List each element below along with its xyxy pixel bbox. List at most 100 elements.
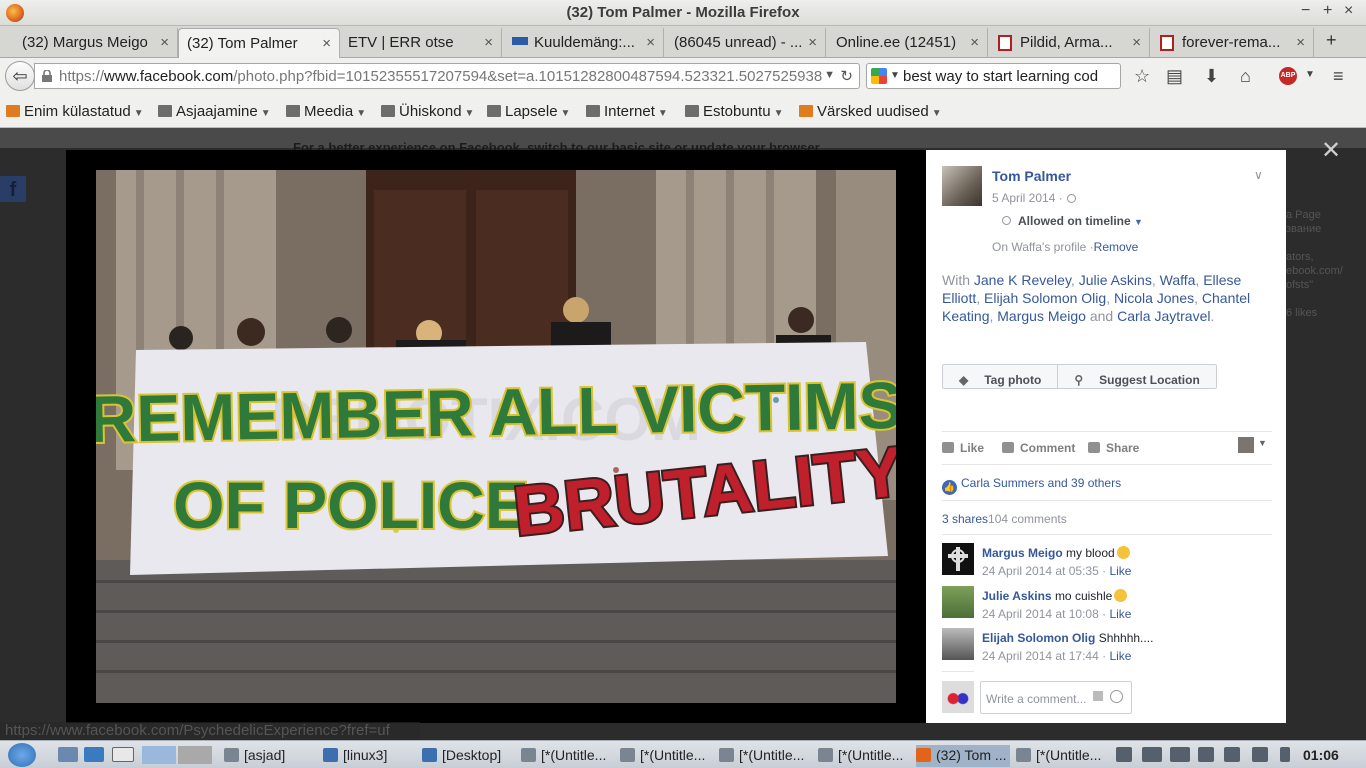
- new-tab-button[interactable]: +: [1326, 30, 1337, 51]
- comment-like-link[interactable]: Like: [1109, 649, 1131, 663]
- tagged-person-link[interactable]: Nicola Jones: [1114, 290, 1194, 306]
- comment-input[interactable]: Write a comment...: [980, 681, 1132, 714]
- clock[interactable]: 01:06: [1303, 747, 1339, 763]
- volume-icon[interactable]: [1116, 747, 1132, 762]
- shares-link[interactable]: 3 shares: [942, 512, 988, 526]
- keyboard-layout-icon[interactable]: [1142, 747, 1162, 762]
- reload-icon[interactable]: ↻: [840, 67, 853, 85]
- tab-pildid[interactable]: Pildid, Arma... ×: [988, 28, 1150, 58]
- tagged-person-link[interactable]: Waffa: [1160, 272, 1196, 288]
- caret-down-icon[interactable]: ▼: [1258, 438, 1267, 448]
- avatar[interactable]: [942, 628, 974, 660]
- comment-author[interactable]: Margus Meigo my blood: [982, 546, 1130, 560]
- close-tab-icon[interactable]: ×: [808, 34, 817, 51]
- close-tab-icon[interactable]: ×: [484, 34, 493, 51]
- notes-icon[interactable]: [1224, 747, 1240, 762]
- bookmark-varsked-uudised[interactable]: Värsked uudised ▼: [799, 103, 942, 120]
- bookmark-star-icon[interactable]: ☆: [1134, 66, 1150, 87]
- workspace-2[interactable]: [178, 746, 212, 764]
- tagged-person-link[interactable]: Elijah Solomon Olig: [984, 290, 1106, 306]
- tab-forever[interactable]: forever-rema... ×: [1150, 28, 1314, 58]
- reading-list-icon[interactable]: ▤: [1166, 66, 1183, 87]
- share-button[interactable]: Share: [1088, 441, 1139, 455]
- maximize-button[interactable]: +: [1323, 2, 1332, 20]
- task-untitled-5[interactable]: [*(Untitle...: [1016, 747, 1101, 763]
- close-photo-icon[interactable]: ✕: [1321, 136, 1341, 165]
- comment-button[interactable]: Comment: [1002, 441, 1075, 455]
- minimize-button[interactable]: −: [1301, 2, 1310, 20]
- tagged-person-link[interactable]: Julie Askins: [1079, 272, 1152, 288]
- remove-link[interactable]: Remove: [1094, 240, 1139, 254]
- task-firefox[interactable]: (32) Tom ...: [916, 745, 1010, 767]
- adblock-icon[interactable]: ABP: [1279, 67, 1297, 85]
- tab-etv-err[interactable]: ETV | ERR otse ×: [340, 28, 502, 58]
- task-untitled-3[interactable]: [*(Untitle...: [719, 747, 804, 763]
- tab-kuuldemang[interactable]: Kuuldemäng:... ×: [502, 28, 664, 58]
- comment-like-link[interactable]: Like: [1109, 607, 1131, 621]
- back-button[interactable]: ⇦: [5, 61, 35, 91]
- avatar[interactable]: [942, 543, 974, 575]
- like-button[interactable]: Like: [942, 441, 984, 455]
- url-bar[interactable]: https://www.facebook.com/photo.php?fbid=…: [34, 63, 860, 89]
- comments-count[interactable]: 104 comments: [988, 512, 1067, 526]
- close-tab-icon[interactable]: ×: [1132, 34, 1141, 51]
- network-signal-icon[interactable]: [1252, 747, 1268, 762]
- comment-like-link[interactable]: Like: [1109, 564, 1131, 578]
- chevron-down-icon[interactable]: ∨: [1254, 168, 1263, 182]
- comment-time[interactable]: 24 April 2014 at 10:08 ·: [982, 607, 1106, 621]
- search-input[interactable]: ▼ best way to start learning cod: [866, 63, 1121, 89]
- menu-icon[interactable]: ≡: [1333, 66, 1344, 87]
- timeline-visibility[interactable]: Allowed on timeline ▼: [1002, 214, 1143, 228]
- tagged-person-link[interactable]: Jane K Reveley: [974, 272, 1071, 288]
- bookmark-enim-kulastatud[interactable]: Enim külastatud ▼: [6, 103, 144, 120]
- bookmark-asjaajamine[interactable]: Asjaajamine ▼: [158, 103, 271, 120]
- home-icon[interactable]: ⌂: [1240, 66, 1251, 87]
- reaction-selector-avatar[interactable]: [1238, 437, 1254, 453]
- comment-time[interactable]: 24 April 2014 at 05:35 ·: [982, 564, 1106, 578]
- smiley-icon[interactable]: [1110, 690, 1123, 703]
- bookmark-estobuntu[interactable]: Estobuntu ▼: [685, 103, 783, 120]
- bookmark-lapsele[interactable]: Lapsele ▼: [487, 103, 570, 120]
- close-tab-icon[interactable]: ×: [322, 35, 331, 52]
- tab-margus-meigo[interactable]: (32) Margus Meigo ×: [0, 28, 178, 58]
- comment-author[interactable]: Julie Askins mo cuishle: [982, 589, 1128, 603]
- tag-photo-button[interactable]: ◆ Tag photo: [943, 365, 1057, 388]
- task-untitled-2[interactable]: [*(Untitle...: [620, 747, 705, 763]
- tab-online-ee[interactable]: Online.ee (12451) ×: [826, 28, 988, 58]
- post-author[interactable]: Tom Palmer: [992, 168, 1071, 184]
- tab-unread[interactable]: (86045 unread) - ... ×: [664, 28, 826, 58]
- task-untitled-1[interactable]: [*(Untitle...: [521, 747, 606, 763]
- suggest-location-button[interactable]: ⚲ Suggest Location: [1057, 365, 1215, 388]
- file-manager-icon[interactable]: [84, 747, 104, 762]
- task-untitled-4[interactable]: [*(Untitle...: [818, 747, 903, 763]
- close-tab-icon[interactable]: ×: [1296, 34, 1305, 51]
- terminal-icon[interactable]: [112, 747, 134, 762]
- photo[interactable]: DEMOTIX.COM REMEMBER ALL VICTIMS OF POLI…: [96, 170, 896, 703]
- comment-time[interactable]: 24 April 2014 at 17:44 ·: [982, 649, 1106, 663]
- bookmark-meedia[interactable]: Meedia ▼: [286, 103, 366, 120]
- task-desktop[interactable]: [Desktop]: [422, 747, 501, 763]
- show-desktop-icon[interactable]: [58, 747, 78, 762]
- tab-tom-palmer[interactable]: (32) Tom Palmer ×: [178, 28, 340, 58]
- post-date[interactable]: 5 April 2014 ·: [992, 191, 1076, 205]
- task-asjad[interactable]: [asjad]: [224, 747, 285, 763]
- close-tab-icon[interactable]: ×: [160, 34, 169, 51]
- camera-icon[interactable]: [1093, 691, 1103, 701]
- search-engine-dropdown-icon[interactable]: ▼: [890, 70, 900, 81]
- bookmark-uhiskond[interactable]: Ühiskond ▼: [381, 103, 474, 120]
- downloads-icon[interactable]: ⬇: [1204, 66, 1219, 87]
- bookmark-internet[interactable]: Internet ▼: [586, 103, 668, 120]
- likes-summary[interactable]: 👍 Carla Summers and 39 others: [942, 476, 1121, 495]
- tagged-person-link[interactable]: Margus Meigo: [997, 308, 1086, 324]
- updates-icon[interactable]: [1198, 747, 1214, 762]
- avatar[interactable]: [942, 586, 974, 618]
- comment-author[interactable]: Elijah Solomon Olig Shhhhh....: [982, 631, 1153, 645]
- battery-icon[interactable]: [1280, 747, 1290, 762]
- workspace-1[interactable]: [142, 746, 176, 764]
- task-linux3[interactable]: [linux3]: [323, 747, 387, 763]
- avatar[interactable]: [942, 166, 982, 206]
- close-tab-icon[interactable]: ×: [970, 34, 979, 51]
- adblock-dropdown-icon[interactable]: ▼: [1305, 69, 1315, 80]
- tagged-person-link[interactable]: Carla Jaytravel: [1117, 308, 1210, 324]
- url-dropdown-icon[interactable]: ▼: [824, 69, 835, 81]
